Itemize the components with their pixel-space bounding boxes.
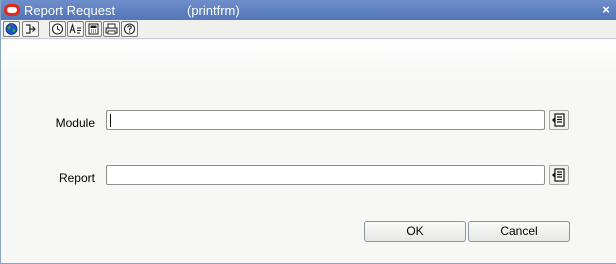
exit-icon xyxy=(26,24,36,34)
report-label: Report xyxy=(58,171,95,185)
oracle-logo-icon xyxy=(4,4,20,16)
close-button[interactable]: × xyxy=(599,3,613,17)
module-label: Module xyxy=(55,116,95,130)
text-cursor xyxy=(110,114,111,127)
list-of-values-icon xyxy=(552,168,565,182)
toolbar xyxy=(1,20,616,38)
exit-button[interactable] xyxy=(22,21,39,37)
help-button[interactable] xyxy=(121,21,138,37)
clock-button[interactable] xyxy=(49,21,66,37)
report-request-window: Report Request (printfrm) × Module Repor… xyxy=(0,0,616,264)
window-title: Report Request xyxy=(24,3,116,18)
form-name: (printfrm) xyxy=(187,3,240,18)
print-button[interactable] xyxy=(103,21,120,37)
globe-icon xyxy=(5,23,18,35)
toolbar-divider xyxy=(1,38,616,39)
title-bar: Report Request (printfrm) × xyxy=(1,0,616,20)
cancel-button[interactable]: Cancel xyxy=(468,221,570,242)
list-of-values-icon xyxy=(552,113,565,127)
calculator-button[interactable] xyxy=(85,21,102,37)
print-icon xyxy=(105,23,118,35)
report-lov-button[interactable] xyxy=(549,165,569,185)
font-button[interactable] xyxy=(67,21,84,37)
module-field[interactable] xyxy=(106,110,545,130)
globe-button[interactable] xyxy=(3,21,20,37)
module-lov-button[interactable] xyxy=(549,110,569,130)
calculator-icon xyxy=(88,23,99,35)
content-header-shade xyxy=(1,40,616,80)
font-icon xyxy=(69,23,81,34)
report-field[interactable] xyxy=(106,165,545,185)
ok-button[interactable]: OK xyxy=(364,221,466,242)
help-icon xyxy=(123,23,136,35)
clock-icon xyxy=(51,23,64,35)
